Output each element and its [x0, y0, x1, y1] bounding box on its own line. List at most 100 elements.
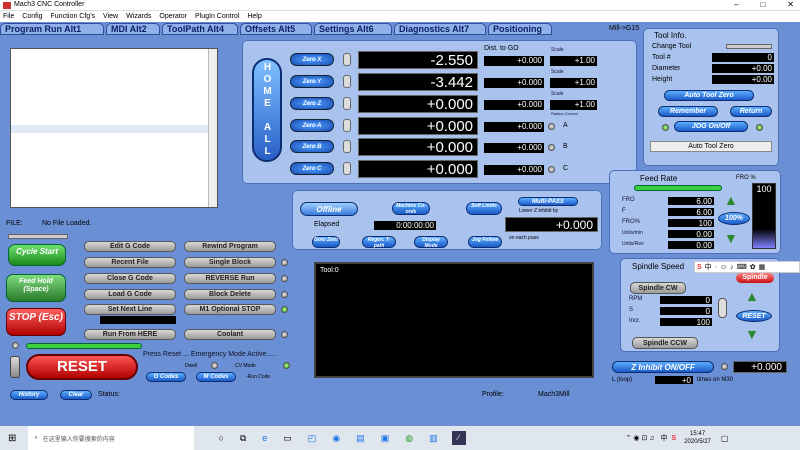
scale-x[interactable]: +1.00 [550, 56, 597, 66]
feed-up-icon[interactable]: ▲ [724, 192, 738, 208]
dro-c[interactable]: +0.000 [358, 160, 478, 178]
close-gcode-button[interactable]: Close G Code [84, 273, 176, 284]
dro-b[interactable]: +0.000 [358, 138, 478, 156]
tab-program-run[interactable]: Program Run Alt1 [0, 23, 104, 35]
clear-button[interactable]: Clear [60, 390, 92, 400]
menu-wizards[interactable]: Wizards [126, 13, 151, 20]
minimize-button[interactable]: – [734, 0, 738, 9]
tab-toolpath[interactable]: ToolPath Alt4 [162, 23, 238, 35]
feed-down-icon[interactable]: ▼ [724, 230, 738, 246]
jog-on-off-button[interactable]: JOG On/Off [674, 121, 748, 132]
history-button[interactable]: History [10, 390, 48, 400]
tool-height[interactable]: +0.00 [712, 75, 774, 84]
maximize-button[interactable]: □ [760, 0, 765, 9]
single-block-button[interactable]: Single Block [184, 257, 276, 268]
tool-number[interactable]: 0 [712, 53, 774, 62]
scale-z[interactable]: +1.00 [550, 100, 597, 110]
multi-pass-button[interactable]: Multi-PASS [518, 197, 578, 206]
zero-b-button[interactable]: Zero B [290, 140, 334, 153]
mach3-taskbar-icon[interactable]: ∕ [451, 431, 466, 445]
notification-icon[interactable]: ▢ [721, 434, 729, 443]
ime-mic-icon[interactable]: ♪ [730, 264, 734, 271]
remember-button[interactable]: Remember [658, 106, 718, 117]
machine-coords-button[interactable]: Machine Co-ords [392, 202, 430, 215]
zero-c-button[interactable]: Zero C [290, 162, 334, 175]
ime-skin-icon[interactable]: ✿ [750, 263, 756, 271]
spindle-cw-button[interactable]: Spindle CW [630, 282, 686, 294]
tab-positioning[interactable]: Positioning [488, 23, 552, 35]
tab-settings[interactable]: Settings Alt6 [314, 23, 392, 35]
toolpath-display[interactable]: Tool:0 [314, 262, 594, 378]
offline-button[interactable]: Offline [300, 202, 358, 216]
ime-mode-icon[interactable]: 中 [705, 262, 712, 272]
dro-z[interactable]: +0.000 [358, 95, 478, 113]
cycle-start-button[interactable]: Cycle Start [8, 244, 66, 266]
goto-zero-button[interactable]: Goto Zero [312, 236, 340, 248]
reverse-run-button[interactable]: REVERSE Run [184, 273, 276, 284]
spindle-slider[interactable] [718, 298, 727, 318]
z-inhibit-value[interactable]: +0.000 [733, 361, 787, 373]
stop-button[interactable]: STOP (Esc) [6, 308, 66, 336]
fro-slider[interactable]: 100 [752, 183, 776, 249]
menu-plugin-control[interactable]: PlugIn Control [195, 13, 239, 20]
menu-operator[interactable]: Operator [159, 13, 187, 20]
tool-diameter[interactable]: +0.00 [712, 64, 774, 73]
lower-z-value[interactable]: +0.000 [505, 217, 598, 232]
spindle-down-icon[interactable]: ▼ [745, 326, 759, 342]
tab-mdi[interactable]: MDI Alt2 [106, 23, 160, 35]
menu-view[interactable]: View [103, 13, 118, 20]
f-value[interactable]: 6.00 [668, 208, 714, 217]
ime-toolbar[interactable]: S 中 · ☺ ♪ ⌨ ✿ ▦ [694, 261, 800, 273]
reset-button[interactable]: RESET [26, 354, 138, 380]
auto-tool-zero-plain-button[interactable]: Auto Tool Zero [650, 141, 772, 152]
load-gcode-button[interactable]: Load G Code [84, 289, 176, 300]
next-line-input[interactable] [100, 316, 176, 324]
edge-icon[interactable]: e [262, 433, 267, 443]
coolant-button[interactable]: Coolant [184, 329, 276, 340]
dro-y[interactable]: -3.442 [358, 73, 478, 91]
block-delete-button[interactable]: Block Delete [184, 289, 276, 300]
close-button[interactable]: ✕ [787, 0, 794, 9]
ime-grid-icon[interactable]: ▦ [759, 263, 766, 271]
regen-toolpath-button[interactable]: Regen. T-path [362, 236, 396, 249]
ime-punct-icon[interactable]: · [715, 264, 717, 271]
explorer-icon[interactable]: ▭ [283, 433, 292, 444]
m1-optional-stop-button[interactable]: M1 Optional STOP [184, 304, 276, 315]
run-from-here-button[interactable]: Run From HERE [84, 329, 176, 340]
zero-z-button[interactable]: Zero Z [290, 97, 334, 110]
home-all-button[interactable]: HOME ALL [252, 58, 282, 162]
menu-config[interactable]: Config [22, 13, 42, 20]
scale-y[interactable]: +1.00 [550, 78, 597, 88]
windows-start-icon[interactable]: ⊞ [8, 433, 16, 444]
ime-lang[interactable]: 中 [661, 433, 668, 443]
auto-tool-zero-button[interactable]: Auto Tool Zero [664, 90, 754, 101]
tray-icons[interactable]: ⌃ ◉ ⊡ ♫ [626, 434, 655, 442]
wechat-icon[interactable]: ◍ [405, 433, 413, 444]
display-mode-button[interactable]: Display Mode [414, 236, 448, 249]
ime-tray-icon[interactable]: S [672, 435, 677, 442]
spindle-button[interactable]: Spindle [736, 273, 774, 283]
edit-gcode-button[interactable]: Edit G Code [84, 241, 176, 252]
rewind-program-button[interactable]: Rewind Program [184, 241, 276, 252]
task-view-icon[interactable]: ⧉ [240, 433, 246, 444]
fro-reset-button[interactable]: 100% [718, 212, 750, 225]
zero-x-button[interactable]: Zero X [290, 53, 334, 66]
tab-diagnostics[interactable]: Diagnostics Alt7 [394, 23, 486, 35]
clock[interactable]: 15:47 2020/5/27 [684, 430, 711, 446]
spindle-ccw-button[interactable]: Spindle CCW [632, 337, 698, 349]
menu-help[interactable]: Help [247, 13, 261, 20]
recent-file-button[interactable]: Recent File [84, 257, 176, 268]
z-inhibit-button[interactable]: Z Inhibit ON/OFF [612, 361, 714, 373]
soft-limits-button[interactable]: Soft Limits [466, 202, 502, 215]
zero-y-button[interactable]: Zero Y [290, 75, 334, 88]
gcode-list[interactable] [10, 48, 218, 208]
menu-function-cfgs[interactable]: Function Cfg's [51, 13, 96, 20]
taskbar-search[interactable]: ⌕ 在这里输入你要搜索的内容 [28, 426, 195, 450]
app-icon-4[interactable]: ▥ [429, 433, 438, 444]
spindle-reset-button[interactable]: RESET [736, 310, 772, 322]
ime-emoji-icon[interactable]: ☺ [720, 264, 727, 271]
return-button[interactable]: Return [730, 106, 772, 117]
dro-x[interactable]: -2.550 [358, 51, 478, 69]
cortana-icon[interactable]: ○ [218, 433, 223, 443]
l-loop-value[interactable]: +0 [655, 376, 693, 385]
